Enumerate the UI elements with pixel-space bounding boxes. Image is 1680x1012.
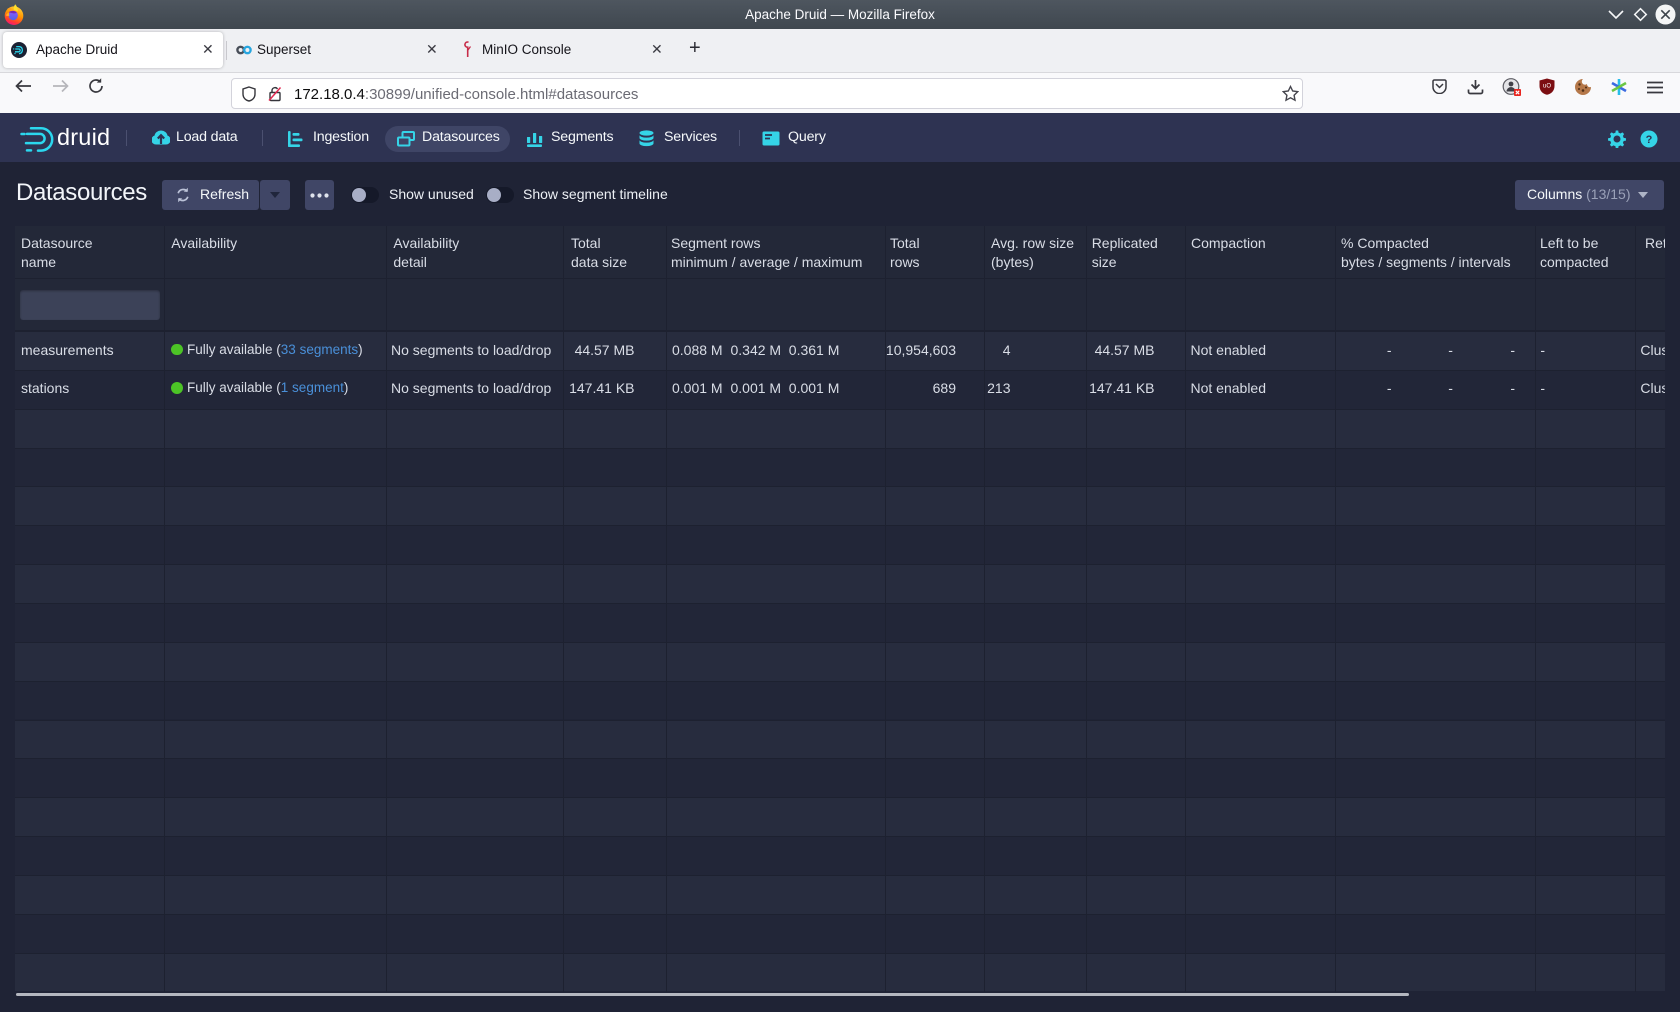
svg-text:?: ? — [1646, 134, 1653, 146]
svg-text:uO: uO — [1543, 84, 1551, 90]
